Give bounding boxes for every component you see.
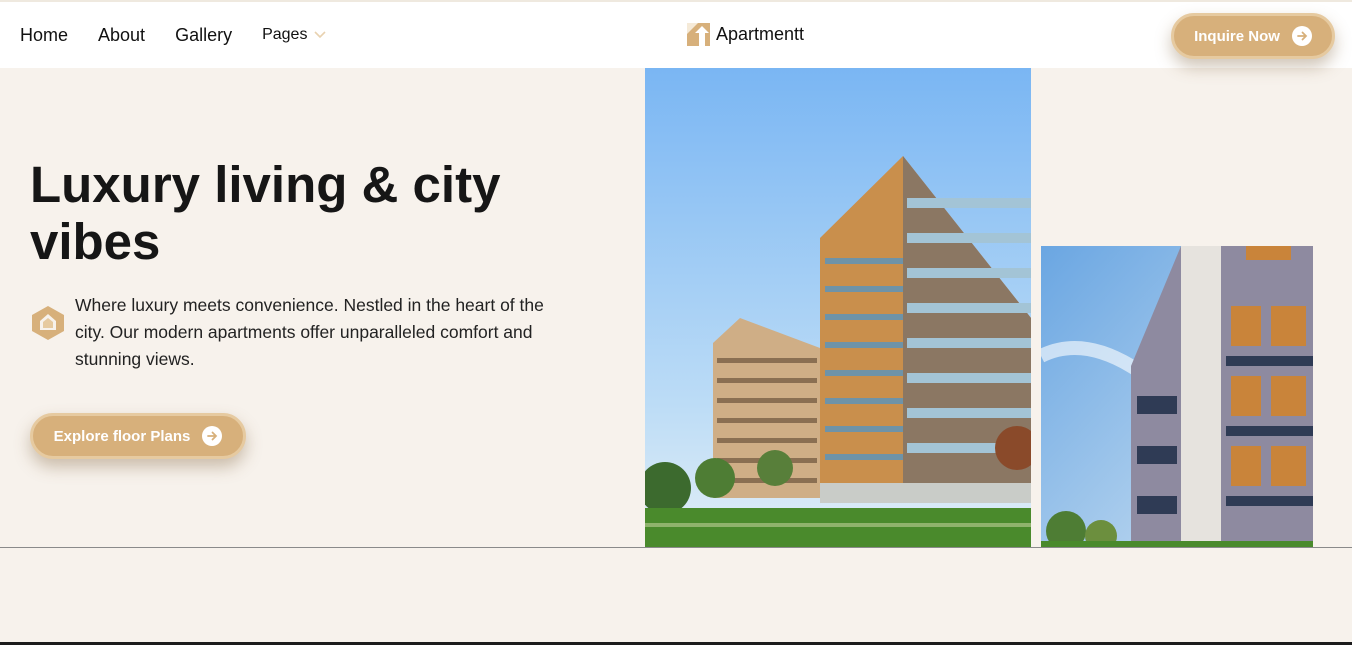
nav-about[interactable]: About <box>98 25 145 46</box>
nav-gallery[interactable]: Gallery <box>175 25 232 46</box>
nav-home[interactable]: Home <box>20 25 68 46</box>
explore-floor-plans-button[interactable]: Explore floor Plans <box>30 413 246 459</box>
brand-logo[interactable]: Apartmentt <box>687 23 804 46</box>
house-badge-icon <box>30 304 66 340</box>
inquire-now-label: Inquire Now <box>1194 27 1280 45</box>
hero-description: Where luxury meets convenience. Nestled … <box>75 295 544 369</box>
nav-pages-label: Pages <box>262 26 308 43</box>
site-header: Home About Gallery Pages Apartmentt Inqu… <box>0 2 1352 68</box>
building-logo-icon <box>687 23 710 46</box>
nav-pages-dropdown[interactable]: Pages <box>262 26 327 44</box>
hero-image-residential <box>1041 246 1313 547</box>
section-divider <box>0 547 1352 548</box>
inquire-now-button[interactable]: Inquire Now <box>1171 13 1335 59</box>
arrow-right-circle-icon <box>1291 26 1312 46</box>
brand-name: Apartmentt <box>716 24 805 44</box>
arrow-right-circle-icon <box>202 426 223 446</box>
hero-image-tower <box>645 68 1031 547</box>
hero-title: Luxury living & city vibes <box>30 156 501 270</box>
chevron-down-icon <box>313 28 327 42</box>
main-nav: Home About Gallery Pages <box>20 2 327 68</box>
explore-floor-plans-label: Explore floor Plans <box>53 427 191 445</box>
